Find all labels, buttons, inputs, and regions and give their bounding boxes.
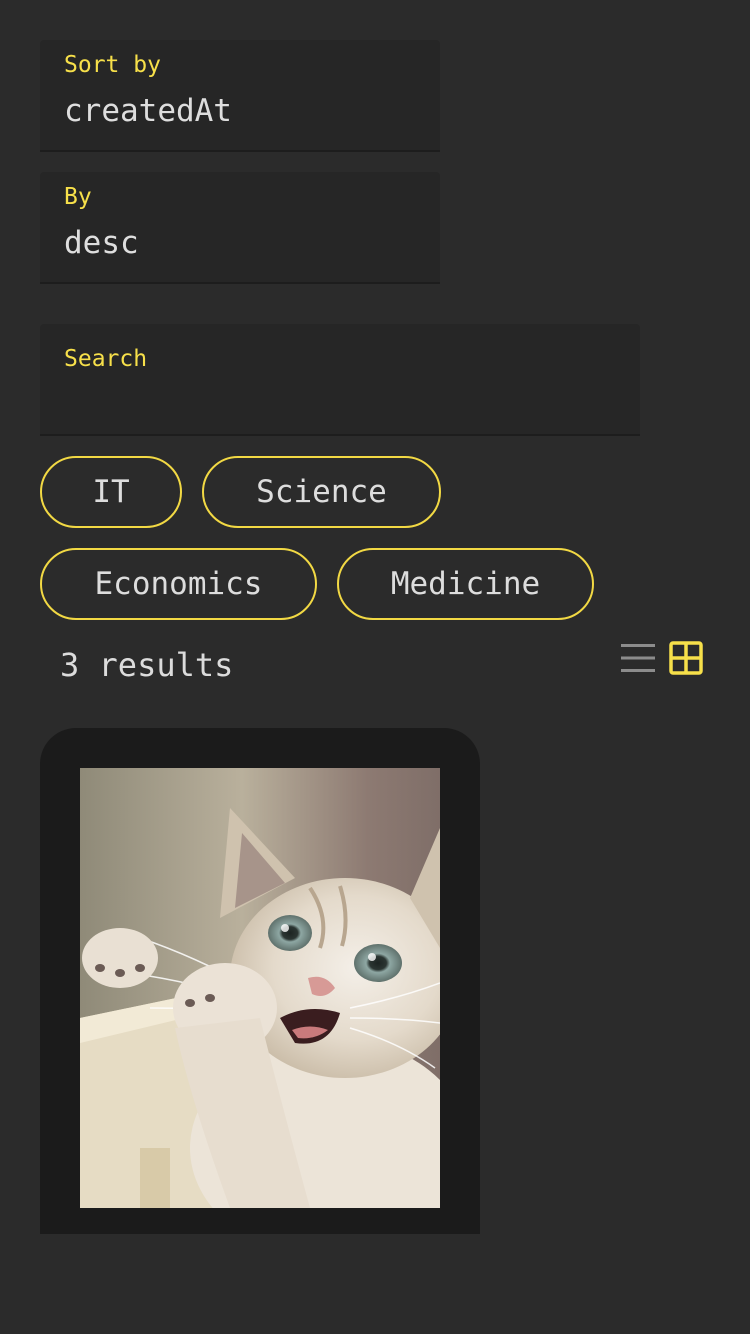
sort-by-field[interactable]: Sort by createdAt [40, 40, 440, 152]
grid-icon [669, 641, 703, 675]
result-card[interactable] [40, 728, 480, 1234]
chip-science[interactable]: Science [202, 456, 441, 528]
order-field[interactable]: By desc [40, 172, 440, 284]
chip-medicine[interactable]: Medicine [337, 548, 594, 620]
list-view-button[interactable] [619, 639, 657, 677]
order-label: By [64, 184, 92, 210]
kitten-photo [80, 768, 440, 1208]
sort-by-label: Sort by [64, 52, 161, 78]
list-icon [621, 644, 655, 672]
sort-by-value: createdAt [64, 93, 232, 129]
chip-it[interactable]: IT [40, 456, 182, 528]
order-value: desc [64, 225, 139, 261]
chip-economics[interactable]: Economics [40, 548, 317, 620]
results-count: 3 results [60, 646, 234, 684]
grid-view-button[interactable] [667, 639, 705, 677]
search-label: Search [64, 346, 148, 372]
search-field[interactable]: Search [40, 324, 640, 436]
